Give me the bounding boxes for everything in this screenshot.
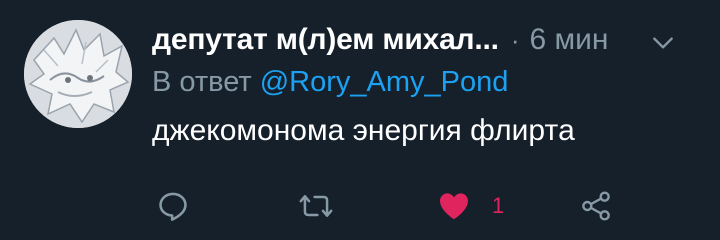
tweet-card[interactable]: депутат м(л)ем михал... · 6 мин В ответ … [0, 0, 720, 240]
reply-context: В ответ @Rory_Amy_Pond [152, 64, 508, 100]
retweet-button[interactable] [298, 186, 334, 226]
retweet-icon [299, 195, 333, 217]
tweet-text: джекомонома энергия флиртa [152, 114, 575, 147]
timestamp[interactable]: 6 мин [530, 23, 609, 57]
reply-prefix: В ответ [152, 65, 252, 98]
share-icon [582, 191, 610, 221]
avatar[interactable] [24, 20, 132, 128]
share-button[interactable] [580, 186, 612, 226]
like-count: 1 [492, 193, 505, 218]
avatar-image [24, 20, 132, 128]
display-name[interactable]: депутат м(л)ем михал... [152, 23, 499, 57]
reply-button[interactable] [156, 186, 190, 226]
action-bar: 1 [152, 186, 622, 226]
like-button[interactable]: 1 [438, 186, 504, 226]
tweet-header: депутат м(л)ем михал... · 6 мин [152, 20, 700, 60]
separator-dot: · [510, 24, 520, 55]
chevron-down-icon[interactable] [650, 30, 676, 56]
heart-icon [440, 193, 468, 220]
reply-handle-link[interactable]: @Rory_Amy_Pond [260, 66, 509, 99]
reply-icon [159, 192, 187, 221]
